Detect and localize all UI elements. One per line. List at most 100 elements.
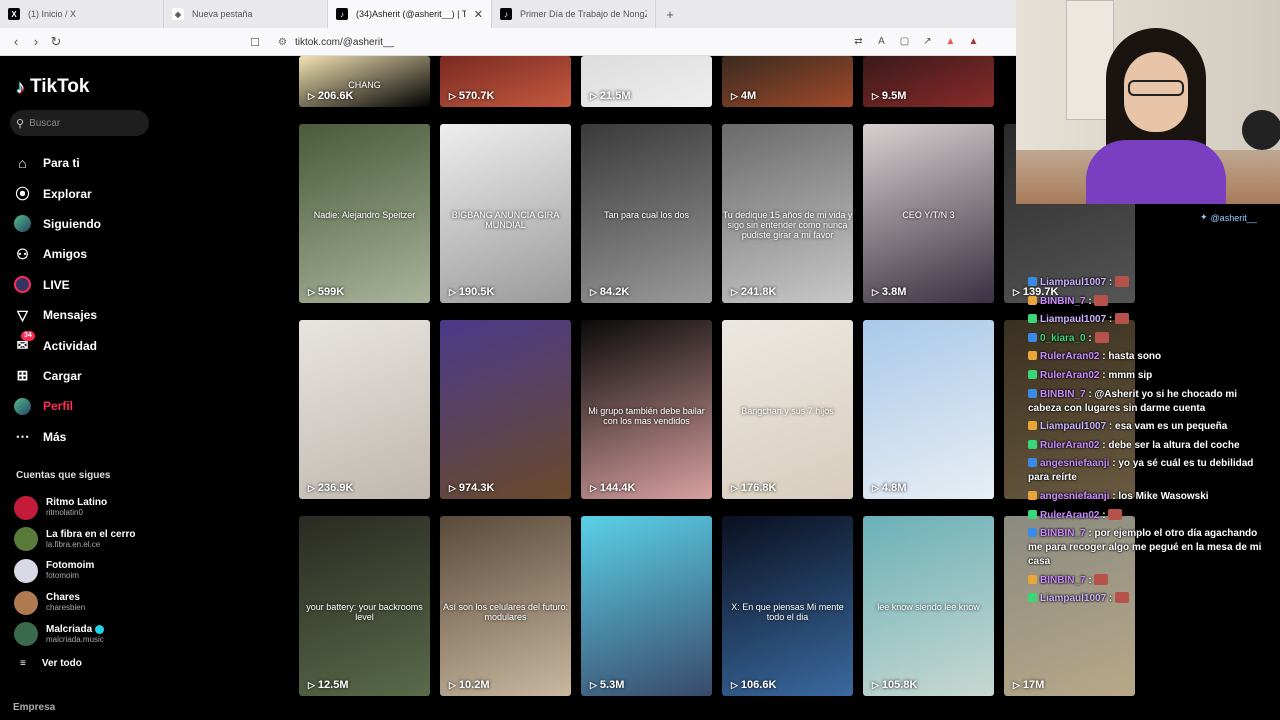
footer-company[interactable]: Empresa [13,702,55,713]
site-info-icon[interactable]: ⚙ [278,37,287,48]
chat-text: debe ser la altura del coche [1108,439,1240,451]
chat-message: RulerAran02 : debe ser la altura del coc… [1028,439,1268,453]
video-thumbnail[interactable]: CEO Y/T/N 3 ▷ 3.8M [863,124,994,303]
nav-item[interactable]: ▽ Mensajes [14,300,154,330]
tiktok-logo[interactable]: ♪ TikTok [16,76,89,98]
language-icon[interactable]: A [875,35,888,48]
translate-icon[interactable]: ⇄ [852,35,865,48]
following-account[interactable]: Fotomoim fotomoim [14,555,160,587]
browser-tab[interactable]: X (1) Inicio / X [0,0,164,28]
video-caption: Nadie: Alejandro Speitzer [313,209,416,220]
video-caption: Mi grupo también debe bailar con los mas… [588,405,705,426]
video-thumbnail[interactable]: lee know siendo lee know ▷ 105.8K [863,516,994,696]
play-icon: ▷ [872,482,879,493]
video-thumbnail[interactable]: Tu dedique 15 años de mi vida y sigo sin… [722,124,853,303]
video-caption: Tan para cual los dos [603,209,690,220]
video-thumbnail[interactable]: ▷ 21.5M [581,56,712,107]
video-thumbnail[interactable]: ▷ 974.3K [440,320,571,499]
home-icon: ⌂ [18,155,27,172]
tab-title: Nueva pestaña [192,9,253,19]
nav-item[interactable]: ⚇ Amigos [14,239,154,269]
account-name-row: La fibra en el cerro [46,529,135,540]
chat-badge-icon [1028,369,1037,379]
view-count-text: 4.8M [881,482,907,494]
view-count-text: 599K [317,286,345,298]
account-handle: charesbien [46,603,86,613]
view-count-text: 84.2K [599,286,630,298]
account-name: Malcriada [46,623,93,635]
nav-label: Amigos [43,247,88,262]
search-input[interactable]: ⚲ Buscar [10,110,149,136]
nav-item[interactable]: ⌂ Para ti [14,148,154,178]
video-thumbnail[interactable]: Nadie: Alejandro Speitzer ▷ 599K [299,124,430,303]
tab-title: (34)Asherit (@asherit__) | TikTok [356,9,466,19]
bookmark-icon[interactable]: ☐ [250,36,260,49]
avatar [14,397,31,415]
nav-label: Cargar [43,368,82,383]
new-tab-icon[interactable]: + [656,7,684,22]
following-account[interactable]: Malcriada malcriada.music [14,618,160,650]
forward-icon[interactable]: › [26,34,46,49]
microphone [1242,110,1280,150]
following-account[interactable]: Ritmo Latino ritmolatin0 [14,492,160,524]
video-thumbnail[interactable]: ▷ 5.3M [581,516,712,696]
reload-icon[interactable]: ↻ [46,34,66,50]
chat-username: angesniefaanji [1040,458,1110,470]
close-tab-icon[interactable]: ✕ [474,8,483,21]
following-account[interactable]: La fibra en el cerro la.fibra.en.el.ce [14,524,160,556]
account-avatar [14,527,38,552]
video-caption: BIGBANG ANUNCIA GIRA MUNDIAL [451,209,560,230]
nav-item[interactable]: ✉ 34 Actividad [14,330,154,360]
browser-tab[interactable]: ♪ Primer Día de Trabajo de NongZon [492,0,656,28]
account-avatar [14,590,38,615]
video-thumbnail[interactable]: ▷ 4M [722,56,853,107]
video-thumbnail[interactable]: Bangchan y sus 7 hijos ▷ 176.8K [722,320,853,499]
nav-item[interactable]: Siguiendo [14,209,154,239]
rewards-icon[interactable]: ▲ [967,35,980,48]
live-icon [14,276,31,294]
browser-tab[interactable]: ♪ (34)Asherit (@asherit__) | TikTok ✕ [328,0,492,28]
video-thumbnail[interactable]: Así son los celulares del futuro: modula… [440,516,571,696]
video-thumbnail[interactable]: Mi grupo también debe bailar con los mas… [581,320,712,499]
view-count-text: 5.3M [599,679,625,691]
video-thumbnail[interactable]: ▷ 4.8M [863,320,994,499]
video-thumbnail[interactable]: ▷ 9.5M [863,56,994,107]
brave-shield-icon[interactable]: ▲ [944,35,957,48]
chat-text: esa vam es un pequeña [1115,421,1228,433]
video-thumbnail[interactable]: Tan para cual los dos ▷ 84.2K [581,124,712,303]
play-icon: ▷ [731,286,738,297]
video-caption: X: En que piensas Mi mente todo el dia [731,602,844,623]
chat-username: Liampaul1007 [1040,314,1107,326]
chat-message: Liampaul1007 : [1028,313,1268,327]
following-list: Ritmo Latino ritmolatin0 La fibra en el ce… [14,492,160,650]
video-thumbnail[interactable]: CHANG ▷ 206.6K [299,56,430,107]
verified-icon [95,624,105,634]
chat-separator: : [1085,295,1095,307]
video-thumbnail[interactable]: ▷ 236.9K [299,320,430,499]
see-all-button[interactable]: ≡ Ver todo [20,658,82,669]
nav-item[interactable]: Perfil [14,391,154,421]
nav-item[interactable]: ⦿ Explorar [14,178,154,208]
nav-label: Para ti [43,156,80,171]
video-thumbnail[interactable]: your battery: your backrooms level ▷ 12.5M [299,516,430,696]
streamer-shirt [1086,140,1226,204]
view-count: ▷ 21.5M [590,90,631,102]
share-icon[interactable]: ↗ [921,35,934,48]
chat-username: Liampaul1007 [1040,277,1107,288]
activity-icon: ✉ 34 [14,331,35,354]
nav-item[interactable]: ⊞ Cargar [14,361,154,391]
following-title: Cuentas que sigues [16,470,111,481]
following-account[interactable]: Chares charesbien [14,587,160,619]
browser-tab[interactable]: ◈ Nueva pestaña [164,0,328,28]
messages-icon: ▽ [17,306,28,323]
chat-separator: : [1106,421,1116,433]
back-icon[interactable]: ‹ [6,34,26,49]
video-thumbnail[interactable]: ▷ 570.7K [440,56,571,107]
nav-item[interactable]: LIVE [14,270,154,300]
video-thumbnail[interactable]: X: En que piensas Mi mente todo el dia ▷ 1… [722,516,853,696]
screenshot-icon[interactable]: ▢ [898,35,911,48]
stream-handle-text: @asherit__ [1210,212,1257,223]
chat-emote-icon [1094,331,1109,343]
video-thumbnail[interactable]: BIGBANG ANUNCIA GIRA MUNDIAL ▷ 190.5K [440,124,571,303]
nav-item[interactable]: ⋯ Más [14,422,154,452]
